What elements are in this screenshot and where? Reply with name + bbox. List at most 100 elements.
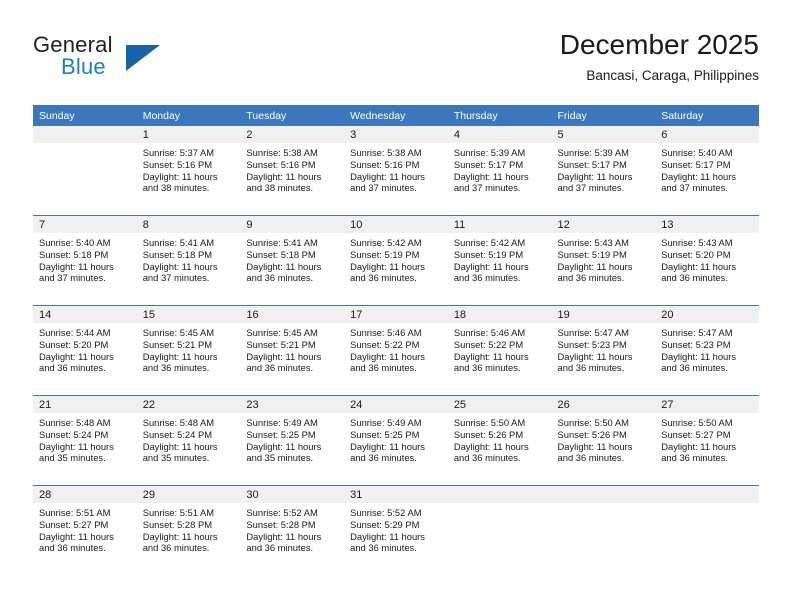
sunset-text: Sunset: 5:16 PM xyxy=(246,158,316,170)
daylight-text-line1: Daylight: 11 hours xyxy=(142,260,218,272)
calendar-day-cell[interactable]: 27 Sunrise: 5:50 AM Sunset: 5:27 PM Dayligh… xyxy=(655,395,759,486)
sunrise-text: Sunrise: 5:50 AM xyxy=(453,417,526,428)
calendar-day-cell[interactable]: 26 Sunrise: 5:50 AM Sunset: 5:26 PM Dayligh… xyxy=(551,395,656,486)
sunset-text: Sunset: 5:18 PM xyxy=(142,248,213,260)
calendar-day-cell[interactable]: 19 Sunrise: 5:47 AM Sunset: 5:23 PM Dayligh… xyxy=(551,305,656,396)
calendar-day-cell[interactable]: 15 Sunrise: 5:45 AM Sunset: 5:21 PM Dayligh… xyxy=(136,305,241,396)
sunset-text: Sunset: 5:27 PM xyxy=(661,428,731,440)
daylight-text-line2: and 36 minutes. xyxy=(350,362,417,374)
day-number: 20 xyxy=(655,306,759,323)
daylight-text-line1: Daylight: 11 hours xyxy=(453,440,529,452)
calendar-day-cell[interactable]: 7 Sunrise: 5:40 AM Sunset: 5:18 PM Daylight… xyxy=(33,215,137,306)
sunrise-text: Sunrise: 5:46 AM xyxy=(453,327,526,338)
calendar-day-cell[interactable] xyxy=(447,485,552,575)
calendar-day-cell[interactable]: 13 Sunrise: 5:43 AM Sunset: 5:20 PM Dayligh… xyxy=(655,215,759,306)
sunrise-text: Sunrise: 5:47 AM xyxy=(661,327,733,338)
sunrise-text: Sunrise: 5:48 AM xyxy=(142,417,215,428)
calendar-day-cell[interactable]: 11 Sunrise: 5:42 AM Sunset: 5:19 PM Dayligh… xyxy=(447,215,552,306)
sunrise-text: Sunrise: 5:37 AM xyxy=(142,147,215,158)
calendar-day-cell[interactable]: 2 Sunrise: 5:38 AM Sunset: 5:16 PM Daylight… xyxy=(240,126,345,216)
sunset-text: Sunset: 5:22 PM xyxy=(453,338,524,350)
weekday-header-tuesday: Tuesday xyxy=(240,105,345,126)
calendar-day-cell[interactable]: 17 Sunrise: 5:46 AM Sunset: 5:22 PM Dayligh… xyxy=(344,305,448,396)
calendar-day-cell[interactable]: 30 Sunrise: 5:52 AM Sunset: 5:28 PM Dayligh… xyxy=(240,485,345,575)
calendar-day-cell[interactable]: 4 Sunrise: 5:39 AM Sunset: 5:17 PM Daylight… xyxy=(447,126,552,216)
title-block: December 2025 Bancasi, Caraga, Philippin… xyxy=(560,28,759,86)
sunrise-text: Sunrise: 5:43 AM xyxy=(557,237,629,248)
sunrise-text: Sunrise: 5:48 AM xyxy=(39,417,111,428)
daylight-text-line2: and 36 minutes. xyxy=(557,272,625,284)
daylight-text-line1: Daylight: 11 hours xyxy=(557,350,633,362)
calendar-day-cell[interactable]: 1 Sunrise: 5:37 AM Sunset: 5:16 PM Daylight… xyxy=(136,126,241,216)
daylight-text-line1: Daylight: 11 hours xyxy=(350,530,425,542)
day-details: Sunrise: 5:47 AM Sunset: 5:23 PM Daylight:… xyxy=(552,323,656,374)
calendar-day-cell[interactable]: 18 Sunrise: 5:46 AM Sunset: 5:22 PM Dayligh… xyxy=(447,305,552,396)
daylight-text-line2: and 36 minutes. xyxy=(557,452,625,464)
day-details: Sunrise: 5:52 AM Sunset: 5:28 PM Daylight:… xyxy=(240,503,344,554)
sunrise-text: Sunrise: 5:39 AM xyxy=(557,147,629,158)
calendar-day-cell[interactable]: 12 Sunrise: 5:43 AM Sunset: 5:19 PM Dayligh… xyxy=(551,215,656,306)
calendar-day-cell[interactable]: 20 Sunrise: 5:47 AM Sunset: 5:23 PM Dayligh… xyxy=(655,305,759,396)
sunrise-text: Sunrise: 5:43 AM xyxy=(661,237,733,248)
calendar-day-cell[interactable]: 25 Sunrise: 5:50 AM Sunset: 5:26 PM Dayligh… xyxy=(447,395,552,486)
sunrise-text: Sunrise: 5:51 AM xyxy=(39,507,111,518)
daylight-text-line2: and 36 minutes. xyxy=(246,542,314,554)
day-details: Sunrise: 5:41 AM Sunset: 5:18 PM Daylight:… xyxy=(240,233,344,284)
day-number xyxy=(33,126,137,143)
day-details: Sunrise: 5:48 AM Sunset: 5:24 PM Daylight:… xyxy=(137,413,241,464)
calendar-day-cell[interactable]: 3 Sunrise: 5:38 AM Sunset: 5:16 PM Daylight… xyxy=(344,126,448,216)
day-details: Sunrise: 5:47 AM Sunset: 5:23 PM Daylight:… xyxy=(655,323,759,374)
sunrise-text: Sunrise: 5:39 AM xyxy=(453,147,526,158)
sunrise-text: Sunrise: 5:41 AM xyxy=(142,237,215,248)
calendar-day-cell[interactable] xyxy=(33,126,137,216)
calendar-day-cell[interactable]: 9 Sunrise: 5:41 AM Sunset: 5:18 PM Daylight… xyxy=(240,215,345,306)
daylight-text-line2: and 37 minutes. xyxy=(39,272,106,284)
daylight-text-line1: Daylight: 11 hours xyxy=(39,260,114,272)
calendar-day-cell[interactable]: 24 Sunrise: 5:49 AM Sunset: 5:25 PM Dayligh… xyxy=(344,395,448,486)
day-details: Sunrise: 5:51 AM Sunset: 5:27 PM Daylight:… xyxy=(33,503,137,554)
day-number: 23 xyxy=(240,396,345,413)
day-details: Sunrise: 5:48 AM Sunset: 5:24 PM Daylight:… xyxy=(33,413,137,464)
calendar-day-cell[interactable] xyxy=(551,485,656,575)
calendar-day-cell[interactable]: 22 Sunrise: 5:48 AM Sunset: 5:24 PM Dayligh… xyxy=(136,395,241,486)
day-number: 21 xyxy=(33,396,137,413)
daylight-text-line1: Daylight: 11 hours xyxy=(661,170,737,182)
page-subtitle: Bancasi, Caraga, Philippines xyxy=(586,68,759,83)
calendar-day-cell[interactable]: 14 Sunrise: 5:44 AM Sunset: 5:20 PM Dayligh… xyxy=(33,305,137,396)
calendar-day-cell[interactable]: 5 Sunrise: 5:39 AM Sunset: 5:17 PM Daylight… xyxy=(551,126,656,216)
day-details: Sunrise: 5:50 AM Sunset: 5:26 PM Daylight:… xyxy=(552,413,656,464)
sunset-text: Sunset: 5:24 PM xyxy=(39,428,109,440)
calendar-week-row: 14 Sunrise: 5:44 AM Sunset: 5:20 PM Dayligh… xyxy=(33,305,759,396)
daylight-text-line1: Daylight: 11 hours xyxy=(142,170,218,182)
calendar-day-cell[interactable]: 6 Sunrise: 5:40 AM Sunset: 5:17 PM Daylight… xyxy=(655,126,759,216)
calendar-day-cell[interactable]: 21 Sunrise: 5:48 AM Sunset: 5:24 PM Dayligh… xyxy=(33,395,137,486)
calendar-day-cell[interactable] xyxy=(655,485,759,575)
day-number: 8 xyxy=(136,216,241,233)
calendar-week-row: 1 Sunrise: 5:37 AM Sunset: 5:16 PM Daylight… xyxy=(33,126,759,216)
calendar-page: General Blue December 2025 Bancasi, Cara… xyxy=(0,0,792,612)
day-details: Sunrise: 5:45 AM Sunset: 5:21 PM Daylight:… xyxy=(137,323,241,374)
calendar-day-cell[interactable]: 8 Sunrise: 5:41 AM Sunset: 5:18 PM Daylight… xyxy=(136,215,241,306)
calendar-day-cell[interactable]: 28 Sunrise: 5:51 AM Sunset: 5:27 PM Dayligh… xyxy=(33,485,137,575)
sunrise-text: Sunrise: 5:42 AM xyxy=(453,237,526,248)
day-number: 19 xyxy=(551,306,656,323)
general-blue-logo[interactable]: General Blue xyxy=(33,32,213,88)
calendar-day-cell[interactable]: 16 Sunrise: 5:45 AM Sunset: 5:21 PM Dayligh… xyxy=(240,305,345,396)
daylight-text-line2: and 36 minutes. xyxy=(557,362,625,374)
calendar-day-cell[interactable]: 23 Sunrise: 5:49 AM Sunset: 5:25 PM Dayligh… xyxy=(240,395,345,486)
day-number: 27 xyxy=(655,396,759,413)
calendar-day-cell[interactable]: 29 Sunrise: 5:51 AM Sunset: 5:28 PM Dayligh… xyxy=(136,485,241,575)
daylight-text-line2: and 36 minutes. xyxy=(350,272,417,284)
daylight-text-line1: Daylight: 11 hours xyxy=(350,260,425,272)
daylight-text-line2: and 36 minutes. xyxy=(661,452,728,464)
day-details xyxy=(655,503,759,507)
sunrise-text: Sunrise: 5:45 AM xyxy=(142,327,215,338)
day-details: Sunrise: 5:43 AM Sunset: 5:20 PM Daylight:… xyxy=(655,233,759,284)
calendar-day-cell[interactable]: 31 Sunrise: 5:52 AM Sunset: 5:29 PM Dayligh… xyxy=(344,485,448,575)
sunset-text: Sunset: 5:29 PM xyxy=(350,518,420,530)
calendar-day-cell[interactable]: 10 Sunrise: 5:42 AM Sunset: 5:19 PM Dayligh… xyxy=(344,215,448,306)
day-number: 12 xyxy=(551,216,656,233)
sunrise-text: Sunrise: 5:46 AM xyxy=(350,327,422,338)
sunset-text: Sunset: 5:22 PM xyxy=(350,338,420,350)
daylight-text-line2: and 35 minutes. xyxy=(246,452,314,464)
